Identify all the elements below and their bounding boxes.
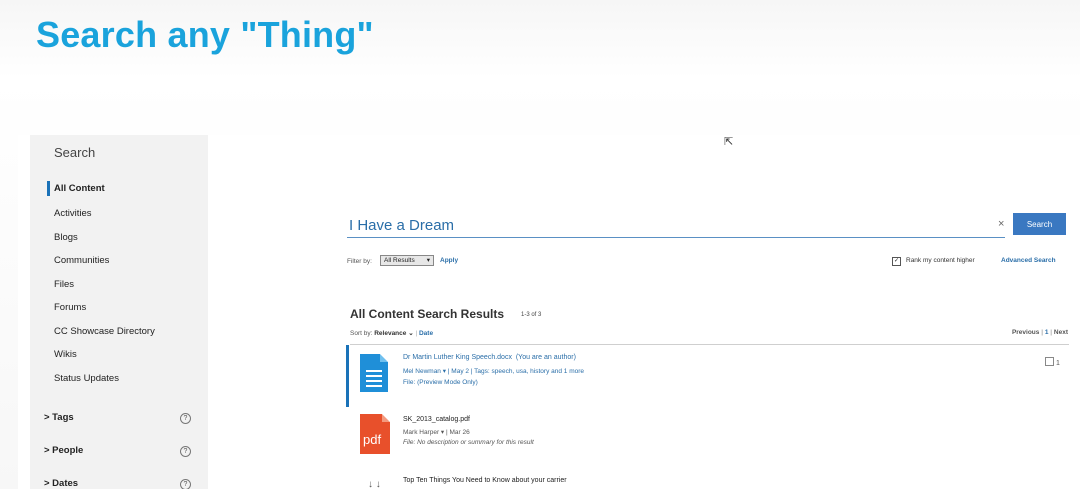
sidebar-item-communities[interactable]: Communities	[54, 255, 109, 266]
app-screenshot: Search All Content Activities Blogs Comm…	[18, 135, 1080, 489]
sort-date-link[interactable]: Date	[419, 330, 433, 337]
filter-selected-value: All Results	[384, 257, 415, 264]
section-dates[interactable]: > Dates	[44, 478, 78, 489]
result-meta[interactable]: Mel Newman ▾ | May 2 | Tags: speech, usa…	[403, 367, 584, 375]
search-button[interactable]: Search	[1013, 213, 1066, 235]
filter-dropdown[interactable]: All Results ▾	[380, 255, 434, 266]
result-title-link[interactable]: Dr Martin Luther King Speech.docx (You a…	[403, 354, 576, 361]
comment-count[interactable]: 1	[1045, 357, 1060, 367]
search-input[interactable]	[347, 213, 1005, 238]
sidebar-item-cc-showcase-directory[interactable]: CC Showcase Directory	[54, 326, 155, 337]
pager-previous[interactable]: Previous	[1012, 329, 1039, 336]
dropdown-arrow-icon: ▾	[426, 257, 430, 264]
sidebar-item-activities[interactable]: Activities	[54, 208, 91, 219]
sidebar-item-all-content[interactable]: All Content	[54, 183, 105, 194]
rank-content-label: Rank my content higher	[906, 257, 975, 264]
help-icon[interactable]: ?	[180, 413, 191, 424]
docx-file-icon	[360, 354, 388, 392]
filter-label: Filter by:	[347, 258, 372, 265]
sidebar: Search All Content Activities Blogs Comm…	[30, 135, 208, 489]
comment-icon	[1045, 357, 1054, 366]
sidebar-item-blogs[interactable]: Blogs	[54, 232, 78, 243]
help-icon[interactable]: ?	[180, 479, 191, 489]
result-selected-indicator	[346, 345, 349, 407]
results-title: All Content Search Results	[350, 307, 505, 321]
clear-search-icon[interactable]: ×	[998, 218, 1004, 230]
results-count: 1-3 of 3	[521, 312, 542, 318]
sidebar-item-wikis[interactable]: Wikis	[54, 349, 77, 360]
result-title-link[interactable]: Top Ten Things You Need to Know about yo…	[403, 477, 567, 484]
sidebar-item-status-updates[interactable]: Status Updates	[54, 373, 119, 384]
result-description: File: No description or summary for this…	[403, 439, 534, 446]
pagination: Previous | 1 | Next	[1011, 329, 1068, 336]
sidebar-item-forums[interactable]: Forums	[54, 302, 86, 313]
result-description: File: (Preview Mode Only)	[403, 379, 478, 386]
download-icon: ↓ ↓	[368, 479, 381, 489]
pdf-file-icon: pdf	[360, 414, 390, 454]
sort-label: Sort by:	[350, 330, 373, 337]
rank-content-checkbox[interactable]: ✓	[892, 257, 901, 266]
pager-current[interactable]: 1	[1045, 329, 1049, 336]
result-title-link[interactable]: SK_2013_catalog.pdf	[403, 416, 470, 423]
apply-filter-link[interactable]: Apply	[440, 257, 458, 264]
result-meta[interactable]: Mark Harper ▾ | Mar 26	[403, 428, 470, 436]
section-tags[interactable]: > Tags	[44, 412, 74, 423]
result-author-note: (You are an author)	[515, 354, 576, 361]
help-icon[interactable]: ?	[180, 446, 191, 457]
sidebar-title: Search	[54, 145, 96, 160]
chevron-down-icon: ⌄	[408, 330, 414, 337]
advanced-search-link[interactable]: Advanced Search	[1001, 257, 1056, 264]
mouse-cursor-icon: ⇱	[724, 136, 734, 148]
sidebar-item-files[interactable]: Files	[54, 279, 74, 290]
slide-title: Search any "Thing"	[36, 14, 374, 55]
section-people[interactable]: > People	[44, 445, 83, 456]
active-nav-indicator	[47, 181, 50, 196]
sort-bar: Sort by: Relevance ⌄ | Date	[350, 330, 434, 337]
sort-relevance[interactable]: Relevance	[374, 330, 406, 337]
pager-next[interactable]: Next	[1054, 329, 1068, 336]
divider	[350, 344, 1069, 345]
